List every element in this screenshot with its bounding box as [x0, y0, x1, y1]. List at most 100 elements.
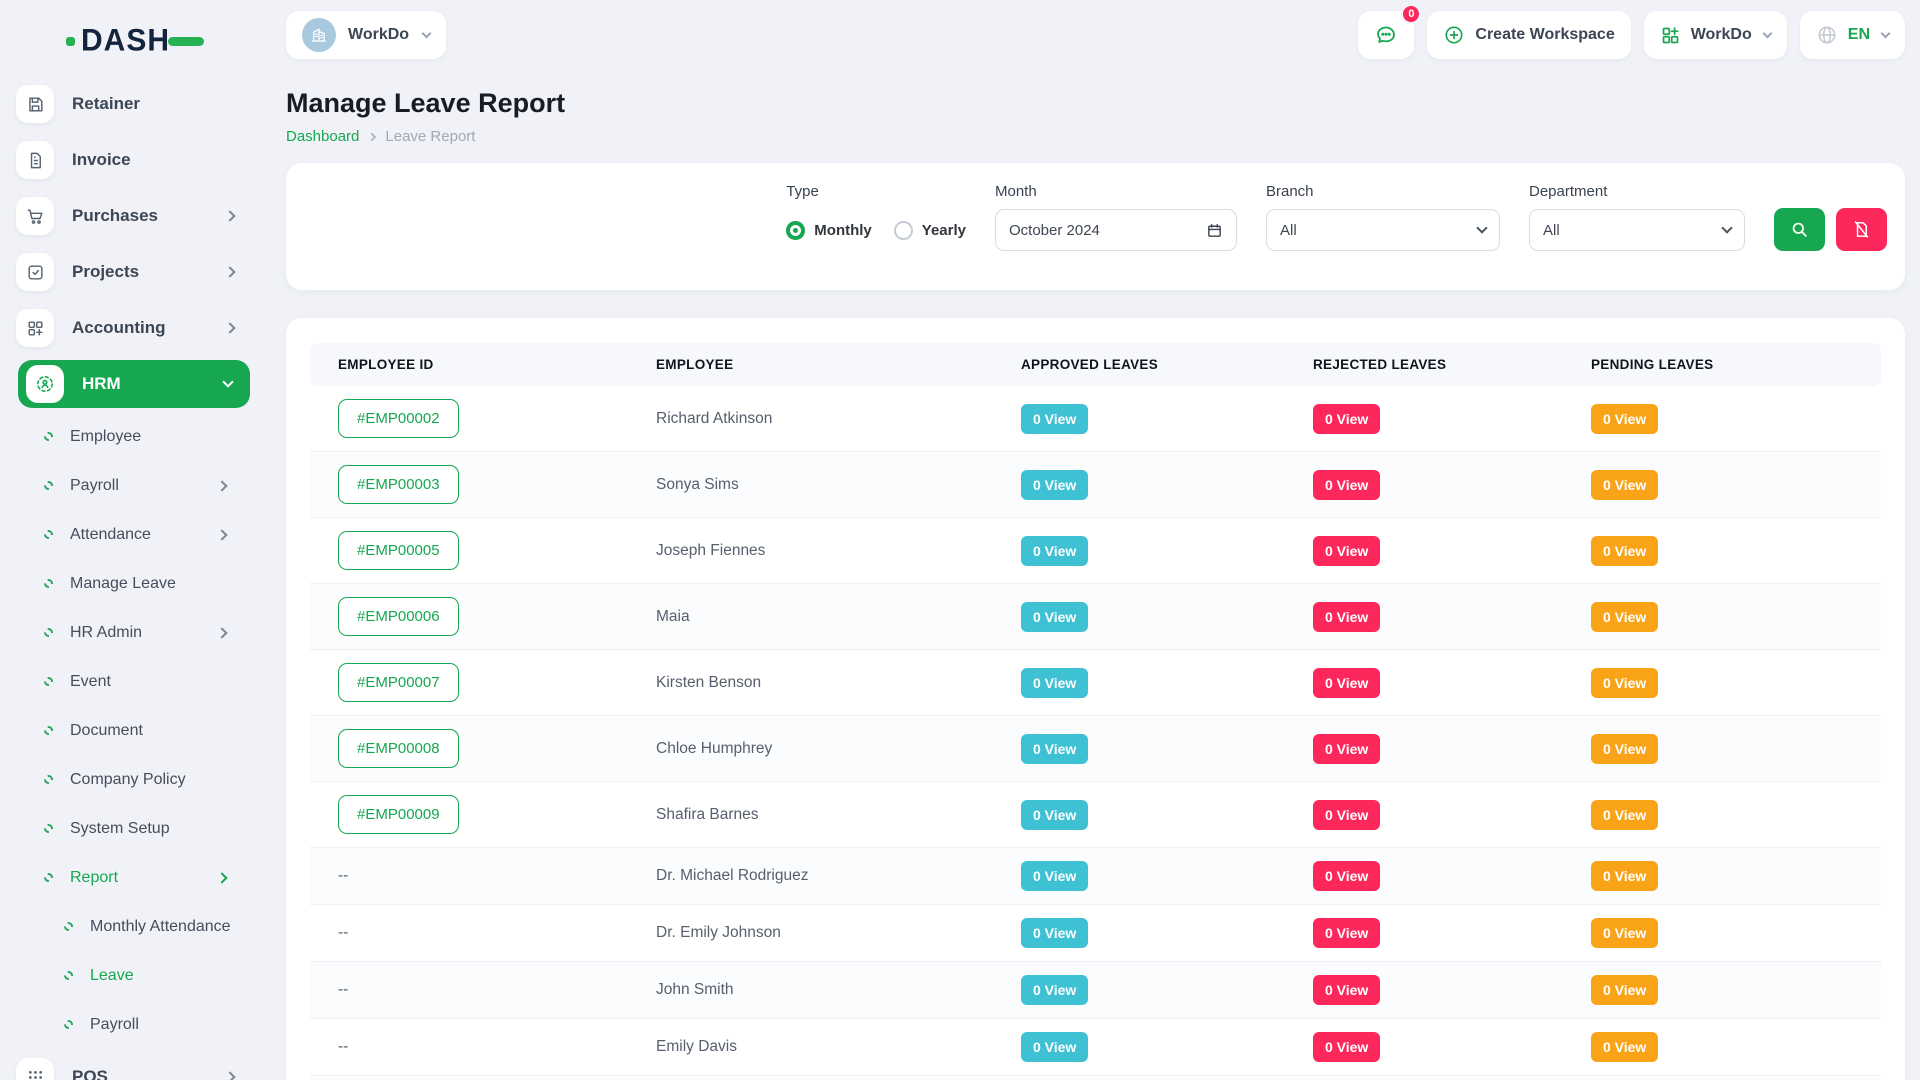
sidebar-item-hr-admin[interactable]: HR Admin — [16, 608, 252, 657]
rejected-view-badge[interactable]: 0 View — [1313, 470, 1380, 500]
pending-view-badge[interactable]: 0 View — [1591, 602, 1658, 632]
sidebar: DASH Retainer Invoice Purchases — [0, 0, 262, 1080]
employee-name: Dr. Emily Johnson — [656, 924, 781, 941]
sidebar-item-accounting[interactable]: Accounting — [16, 300, 252, 356]
pending-view-badge[interactable]: 0 View — [1591, 470, 1658, 500]
sidebar-item-hrm[interactable]: HRM — [18, 360, 250, 408]
department-label: Department — [1529, 183, 1745, 200]
radio-monthly[interactable]: Monthly — [786, 221, 872, 240]
bullet-icon — [44, 579, 53, 588]
rejected-view-badge[interactable]: 0 View — [1313, 861, 1380, 891]
pending-view-badge[interactable]: 0 View — [1591, 975, 1658, 1005]
sidebar-item-projects[interactable]: Projects — [16, 244, 252, 300]
sidebar-item-leave-report[interactable]: Leave — [16, 951, 252, 1000]
employee-id-chip[interactable]: #EMP00008 — [338, 729, 459, 768]
sidebar-item-label: Projects — [72, 262, 139, 282]
bullet-icon — [64, 1020, 73, 1029]
employee-id-chip[interactable]: #EMP00007 — [338, 663, 459, 702]
sidebar-item-company-policy[interactable]: Company Policy — [16, 755, 252, 804]
month-input[interactable]: October 2024 — [995, 209, 1237, 251]
logo-dot-icon — [66, 37, 75, 46]
rejected-view-badge[interactable]: 0 View — [1313, 734, 1380, 764]
pending-view-badge[interactable]: 0 View — [1591, 668, 1658, 698]
create-workspace-button[interactable]: Create Workspace — [1427, 11, 1630, 59]
pending-view-badge[interactable]: 0 View — [1591, 861, 1658, 891]
rejected-view-badge[interactable]: 0 View — [1313, 1032, 1380, 1062]
sidebar-item-manage-leave[interactable]: Manage Leave — [16, 559, 252, 608]
employee-id-chip[interactable]: #EMP00005 — [338, 531, 459, 570]
pending-view-badge[interactable]: 0 View — [1591, 404, 1658, 434]
employee-id-empty: -- — [338, 981, 348, 998]
rejected-view-badge[interactable]: 0 View — [1313, 800, 1380, 830]
language-selector[interactable]: EN — [1800, 11, 1905, 59]
approved-view-badge[interactable]: 0 View — [1021, 536, 1088, 566]
sidebar-item-employee[interactable]: Employee — [16, 412, 252, 461]
sidebar-item-report[interactable]: Report — [16, 853, 252, 902]
sidebar-item-payroll[interactable]: Payroll — [16, 461, 252, 510]
table-row: -- Dr. Michael Rodriguez 0 View 0 View 0… — [310, 848, 1881, 905]
rejected-view-badge[interactable]: 0 View — [1313, 668, 1380, 698]
approved-view-badge[interactable]: 0 View — [1021, 800, 1088, 830]
table-row: -- Emily Davis 0 View 0 View 0 View — [310, 1019, 1881, 1076]
bullet-icon — [44, 481, 53, 490]
pending-view-badge[interactable]: 0 View — [1591, 918, 1658, 948]
table-row: #EMP00006 Maia 0 View 0 View 0 View — [310, 584, 1881, 650]
approved-view-badge[interactable]: 0 View — [1021, 975, 1088, 1005]
rejected-view-badge[interactable]: 0 View — [1313, 975, 1380, 1005]
sidebar-item-payroll-report[interactable]: Payroll — [16, 1000, 252, 1049]
pending-view-badge[interactable]: 0 View — [1591, 1032, 1658, 1062]
approved-view-badge[interactable]: 0 View — [1021, 668, 1088, 698]
employee-name: Maia — [656, 608, 690, 625]
department-select[interactable]: All — [1529, 209, 1745, 251]
pending-view-badge[interactable]: 0 View — [1591, 536, 1658, 566]
month-label: Month — [995, 183, 1237, 200]
reset-button[interactable] — [1836, 208, 1887, 251]
approved-view-badge[interactable]: 0 View — [1021, 602, 1088, 632]
sidebar-item-label: Invoice — [72, 150, 131, 170]
pending-view-badge[interactable]: 0 View — [1591, 800, 1658, 830]
sidebar-item-monthly-attendance[interactable]: Monthly Attendance — [16, 902, 252, 951]
brand-logo[interactable]: DASH — [66, 24, 252, 58]
breadcrumb-dashboard-link[interactable]: Dashboard — [286, 128, 359, 145]
sidebar-item-invoice[interactable]: Invoice — [16, 132, 252, 188]
rejected-view-badge[interactable]: 0 View — [1313, 536, 1380, 566]
workspace-selector[interactable]: WorkDo — [286, 11, 446, 59]
invoice-icon — [16, 141, 54, 179]
sidebar-item-document[interactable]: Document — [16, 706, 252, 755]
leave-report-table: EMPLOYEE ID EMPLOYEE APPROVED LEAVES REJ… — [310, 343, 1881, 1080]
bullet-icon — [44, 628, 53, 637]
branch-select[interactable]: All — [1266, 209, 1500, 251]
approved-view-badge[interactable]: 0 View — [1021, 918, 1088, 948]
sidebar-item-attendance[interactable]: Attendance — [16, 510, 252, 559]
sidebar-item-purchases[interactable]: Purchases — [16, 188, 252, 244]
approved-view-badge[interactable]: 0 View — [1021, 1032, 1088, 1062]
approved-view-badge[interactable]: 0 View — [1021, 404, 1088, 434]
employee-id-chip[interactable]: #EMP00009 — [338, 795, 459, 834]
approved-view-badge[interactable]: 0 View — [1021, 861, 1088, 891]
messages-button[interactable]: 0 — [1358, 11, 1414, 59]
workspace-menu-button[interactable]: WorkDo — [1644, 11, 1787, 59]
rejected-view-badge[interactable]: 0 View — [1313, 404, 1380, 434]
sidebar-item-label: HRM — [82, 374, 121, 394]
search-button[interactable] — [1774, 208, 1825, 251]
sidebar-item-event[interactable]: Event — [16, 657, 252, 706]
chevron-right-icon — [224, 210, 235, 221]
grid-plus-icon — [1660, 25, 1681, 46]
rejected-view-badge[interactable]: 0 View — [1313, 918, 1380, 948]
employee-name: Dr. Michael Rodriguez — [656, 867, 808, 884]
employee-id-chip[interactable]: #EMP00003 — [338, 465, 459, 504]
sidebar-item-retainer[interactable]: Retainer — [16, 76, 252, 132]
employee-id-chip[interactable]: #EMP00002 — [338, 399, 459, 438]
chevron-down-icon — [422, 29, 432, 39]
approved-view-badge[interactable]: 0 View — [1021, 470, 1088, 500]
sidebar-item-system-setup[interactable]: System Setup — [16, 804, 252, 853]
radio-yearly[interactable]: Yearly — [894, 221, 966, 240]
sidebar-item-pos[interactable]: POS — [16, 1049, 252, 1080]
employee-name: Kirsten Benson — [656, 674, 761, 691]
employee-id-chip[interactable]: #EMP00006 — [338, 597, 459, 636]
bullet-icon — [44, 530, 53, 539]
approved-view-badge[interactable]: 0 View — [1021, 734, 1088, 764]
main-content: Manage Leave Report Dashboard Leave Repo… — [286, 88, 1905, 1080]
pending-view-badge[interactable]: 0 View — [1591, 734, 1658, 764]
rejected-view-badge[interactable]: 0 View — [1313, 602, 1380, 632]
